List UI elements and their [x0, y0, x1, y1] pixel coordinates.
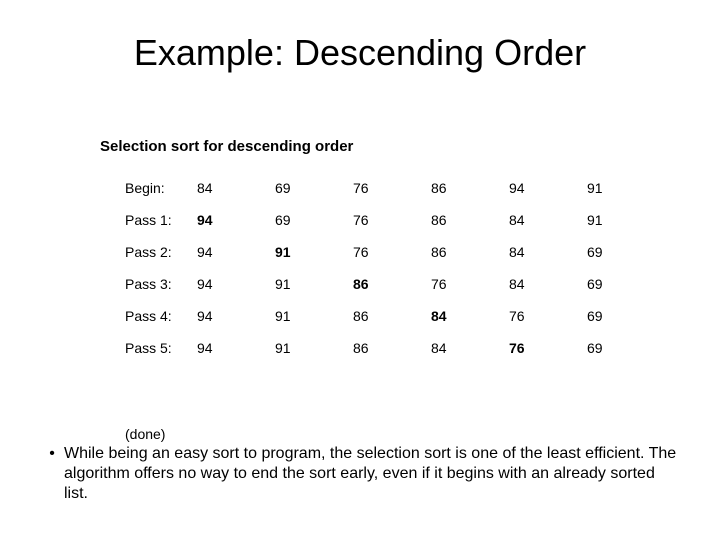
- slide: Example: Descending Order Selection sort…: [0, 0, 720, 540]
- cell: 86: [353, 300, 431, 332]
- cell: 94: [197, 332, 275, 364]
- cell: 84: [431, 332, 509, 364]
- cell: 86: [353, 268, 431, 300]
- cell: 86: [431, 236, 509, 268]
- cell: 84: [509, 204, 587, 236]
- sort-table: Begin:846976869491Pass 1:946976868491Pas…: [125, 172, 665, 364]
- cell: 86: [353, 332, 431, 364]
- table-row: Pass 2:949176868469: [125, 236, 665, 268]
- cell: 76: [353, 204, 431, 236]
- subtitle: Selection sort for descending order: [100, 138, 353, 155]
- row-label: Pass 4:: [125, 300, 197, 332]
- cell: 84: [431, 300, 509, 332]
- cell: 86: [431, 204, 509, 236]
- page-title: Example: Descending Order: [0, 32, 720, 74]
- table-row: Pass 1:946976868491: [125, 204, 665, 236]
- cell: 76: [431, 268, 509, 300]
- cell: 91: [275, 236, 353, 268]
- cell: 69: [275, 204, 353, 236]
- cell: 84: [509, 268, 587, 300]
- cell: 94: [197, 300, 275, 332]
- cell: 91: [275, 332, 353, 364]
- cell: 76: [353, 236, 431, 268]
- table-row: Pass 5:949186847669: [125, 332, 665, 364]
- cell: 69: [587, 332, 665, 364]
- row-label: Begin:: [125, 172, 197, 204]
- cell: 94: [197, 236, 275, 268]
- cell: 86: [431, 172, 509, 204]
- cell: 94: [197, 204, 275, 236]
- table-row: Pass 3:949186768469: [125, 268, 665, 300]
- row-label: Pass 2:: [125, 236, 197, 268]
- cell: 91: [275, 300, 353, 332]
- cell: 91: [275, 268, 353, 300]
- table-row: Pass 4:949186847669: [125, 300, 665, 332]
- cell: 94: [509, 172, 587, 204]
- cell: 69: [587, 236, 665, 268]
- cell: 69: [587, 300, 665, 332]
- cell: 91: [587, 204, 665, 236]
- cell: 76: [509, 332, 587, 364]
- table-row: Begin:846976869491: [125, 172, 665, 204]
- cell: 76: [353, 172, 431, 204]
- row-label: Pass 3:: [125, 268, 197, 300]
- cell: 91: [587, 172, 665, 204]
- cell: 76: [509, 300, 587, 332]
- row-label: Pass 1:: [125, 204, 197, 236]
- cell: 94: [197, 268, 275, 300]
- cell: 84: [197, 172, 275, 204]
- cell: 69: [275, 172, 353, 204]
- row-label: Pass 5:: [125, 332, 197, 364]
- bullet-icon: •: [40, 444, 64, 464]
- bullet-item: • While being an easy sort to program, t…: [40, 444, 680, 504]
- done-label: (done): [125, 426, 165, 442]
- bullet-text: While being an easy sort to program, the…: [64, 444, 680, 504]
- cell: 69: [587, 268, 665, 300]
- cell: 84: [509, 236, 587, 268]
